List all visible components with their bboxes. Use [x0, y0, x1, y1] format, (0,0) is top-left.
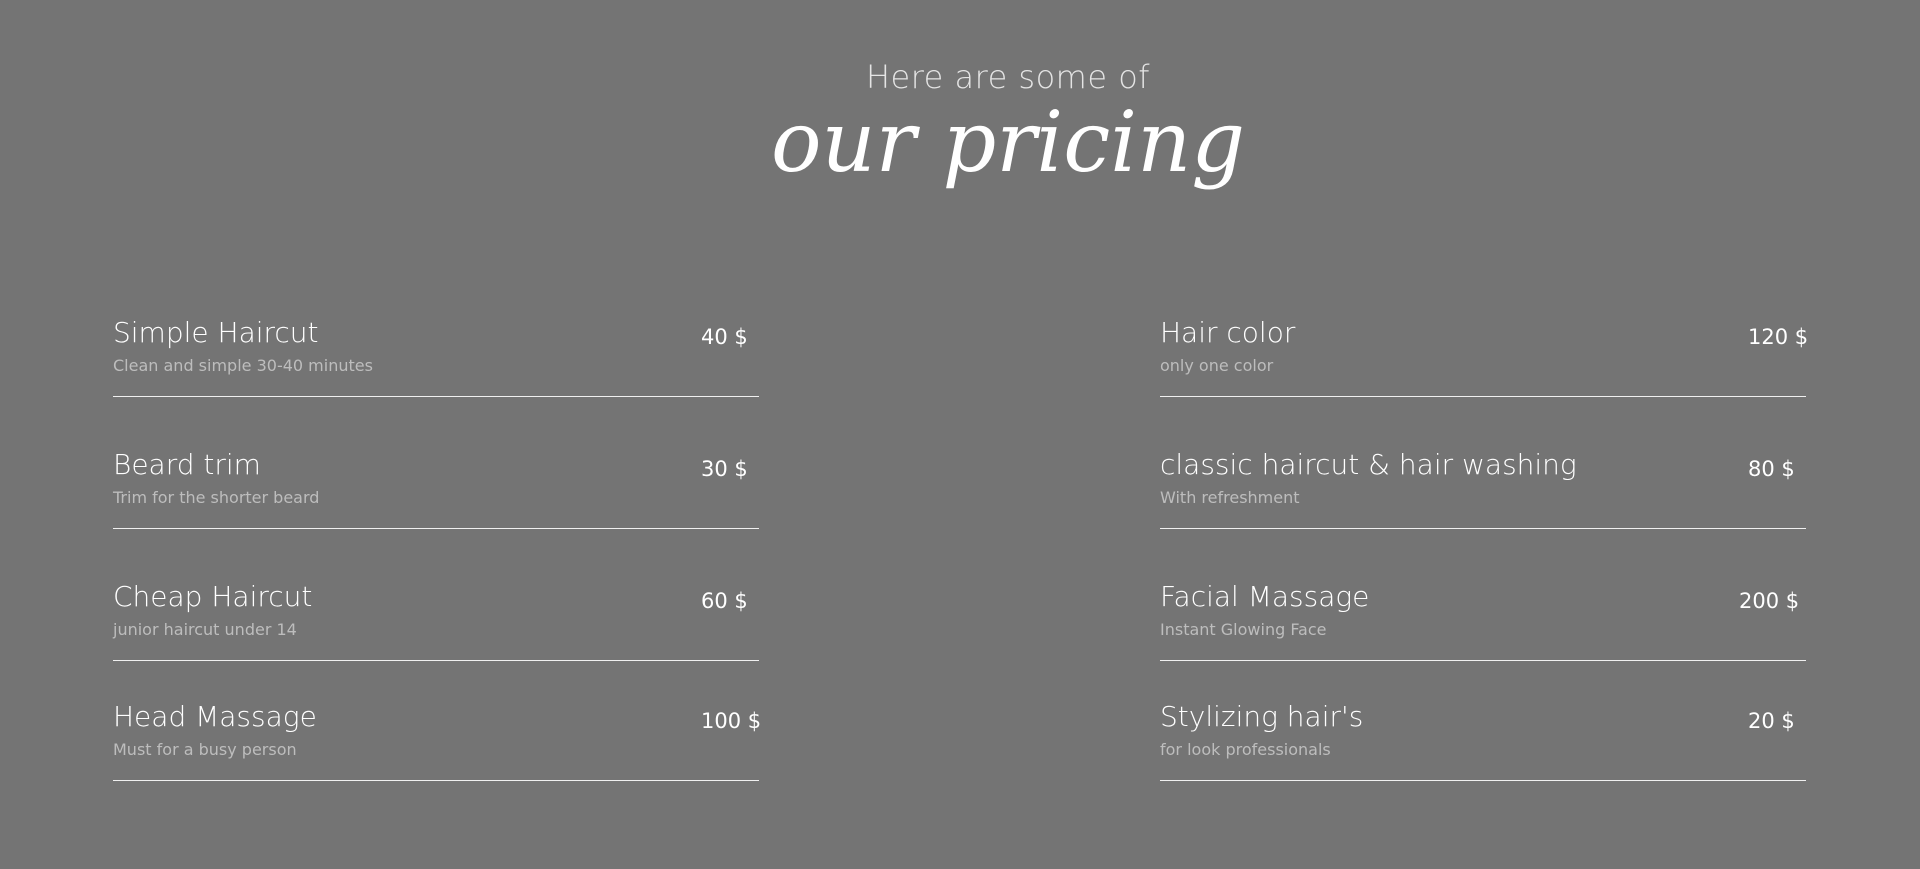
- price-item: classic haircut & hair washing With refr…: [1160, 448, 1806, 529]
- service-name: Stylizing hair's: [1160, 700, 1364, 733]
- service-price: 200 $: [1739, 589, 1800, 613]
- service-name: Hair color: [1160, 316, 1296, 349]
- service-description: for look professionals: [1160, 740, 1331, 759]
- service-description: Clean and simple 30-40 minutes: [113, 356, 373, 375]
- pricing-header: Here are some of our pricing: [0, 0, 1920, 240]
- service-name: Simple Haircut: [113, 316, 319, 349]
- service-price: 60 $: [701, 589, 748, 613]
- price-item: Beard trim Trim for the shorter beard 30…: [113, 448, 759, 529]
- service-name: Head Massage: [113, 700, 317, 733]
- service-price: 100 $: [701, 709, 762, 733]
- service-price: 80 $: [1748, 457, 1795, 481]
- service-price: 40 $: [701, 325, 748, 349]
- service-description: Trim for the shorter beard: [113, 488, 320, 507]
- service-description: Must for a busy person: [113, 740, 297, 759]
- service-description: Instant Glowing Face: [1160, 620, 1327, 639]
- price-item: Head Massage Must for a busy person 100 …: [113, 700, 762, 781]
- price-item: Simple Haircut Clean and simple 30-40 mi…: [113, 316, 759, 397]
- pricing-title: our pricing: [770, 93, 1246, 191]
- service-name: Beard trim: [113, 448, 261, 481]
- service-price: 120 $: [1748, 325, 1809, 349]
- service-price: 20 $: [1748, 709, 1795, 733]
- service-name: classic haircut & hair washing: [1160, 448, 1577, 481]
- service-description: only one color: [1160, 356, 1274, 375]
- price-item: Cheap Haircut junior haircut under 14 60…: [113, 580, 759, 661]
- service-name: Cheap Haircut: [113, 580, 313, 613]
- service-description: With refreshment: [1160, 488, 1300, 507]
- price-item: Facial Massage Instant Glowing Face 200 …: [1160, 580, 1806, 661]
- pricing-pretitle: Here are some of: [865, 58, 1151, 96]
- service-description: junior haircut under 14: [113, 620, 297, 639]
- price-item: Hair color only one color 120 $: [1160, 316, 1809, 397]
- service-price: 30 $: [701, 457, 748, 481]
- price-item: Stylizing hair's for look professionals …: [1160, 700, 1806, 781]
- service-name: Facial Massage: [1160, 580, 1370, 613]
